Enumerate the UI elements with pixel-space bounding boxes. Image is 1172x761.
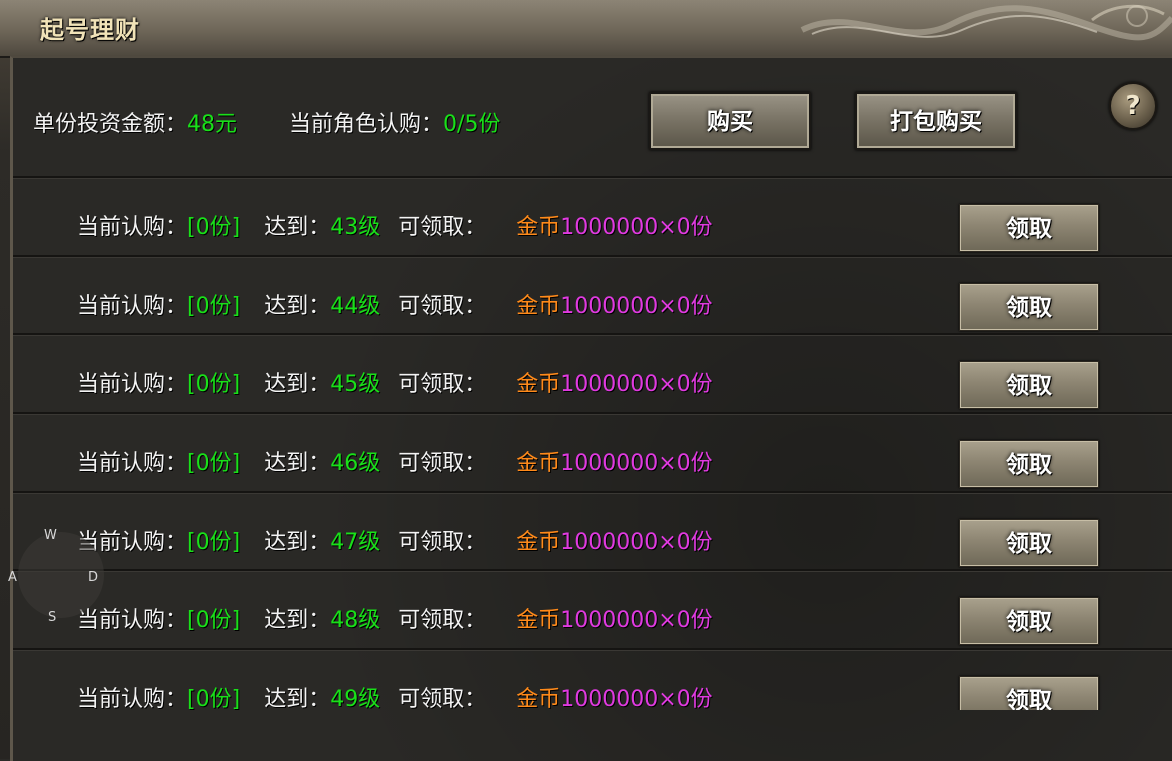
claimable-label: 可领取： <box>398 608 487 633</box>
reward-row: 当前认购：[0份] 达到：46级 可领取： 金币1000000×0份 领取 <box>13 412 1172 492</box>
reward-name: 金币 <box>516 608 561 633</box>
current-value: [0份] <box>187 530 241 555</box>
current-label: 当前认购： <box>77 451 188 476</box>
claim-button[interactable]: 领取 <box>959 361 1099 409</box>
reward-name: 金币 <box>516 687 561 710</box>
help-icon[interactable]: ? <box>1109 82 1157 130</box>
title-bar: 起号理财 <box>0 0 1172 58</box>
reward-amount: 1000000×0份 <box>560 294 713 319</box>
reward-amount: 1000000×0份 <box>560 451 713 476</box>
current-value: [0份] <box>187 294 241 319</box>
claim-button[interactable]: 领取 <box>959 519 1099 567</box>
current-label: 当前认购： <box>77 215 188 240</box>
current-label: 当前认购： <box>77 372 188 397</box>
current-value: [0份] <box>187 687 241 710</box>
subscribed-value: 0/5份 <box>443 112 501 137</box>
claim-button[interactable]: 领取 <box>959 204 1099 252</box>
reach-label: 达到： <box>264 687 331 710</box>
claim-button[interactable]: 领取 <box>959 597 1099 645</box>
claimable-label: 可领取： <box>398 294 487 319</box>
reward-row: 当前认购：[0份] 达到：43级 可领取： 金币1000000×0份 领取 <box>13 176 1172 256</box>
reward-row: 当前认购：[0份] 达到：44级 可领取： 金币1000000×0份 领取 <box>13 255 1172 335</box>
reward-name: 金币 <box>516 530 561 555</box>
claimable-label: 可领取： <box>398 215 487 240</box>
current-value: [0份] <box>187 372 241 397</box>
finance-window: 起号理财 单份投资金额：48元 当前角色认购：0/5份 购买 打包购买 ? 当前认… <box>0 0 1172 761</box>
current-value: [0份] <box>187 608 241 633</box>
reward-row: 当前认购：[0份] 达到：48级 可领取： 金币1000000×0份 领取 <box>13 569 1172 649</box>
reach-label: 达到： <box>264 530 331 555</box>
current-value: [0份] <box>187 451 241 476</box>
content-panel: 单份投资金额：48元 当前角色认购：0/5份 购买 打包购买 ? 当前认购：[0份… <box>10 56 1172 761</box>
level-value: 49级 <box>330 687 381 710</box>
reward-amount: 1000000×0份 <box>560 608 713 633</box>
level-value: 46级 <box>330 451 381 476</box>
reward-name: 金币 <box>516 215 561 240</box>
level-value: 47级 <box>330 530 381 555</box>
current-label: 当前认购： <box>77 687 188 710</box>
buy-button[interactable]: 购买 <box>649 92 811 150</box>
reward-name: 金币 <box>516 451 561 476</box>
reward-name: 金币 <box>516 294 561 319</box>
claim-button[interactable]: 领取 <box>959 283 1099 331</box>
joystick-down-key[interactable]: S <box>48 610 56 625</box>
level-value: 48级 <box>330 608 381 633</box>
dragon-ornament <box>800 4 1172 41</box>
bundle-buy-button[interactable]: 打包购买 <box>855 92 1017 150</box>
claimable-label: 可领取： <box>398 451 487 476</box>
reach-label: 达到： <box>264 451 331 476</box>
unit-amount-label: 单份投资金额： <box>33 112 188 137</box>
reward-list[interactable]: 当前认购：[0份] 达到：43级 可领取： 金币1000000×0份 领取 当前认购：… <box>13 176 1172 710</box>
reach-label: 达到： <box>264 608 331 633</box>
subscribed-label: 当前角色认购： <box>289 112 444 137</box>
claim-button[interactable]: 领取 <box>959 440 1099 488</box>
reward-row: 当前认购：[0份] 达到：49级 可领取： 金币1000000×0份 领取 <box>13 648 1172 710</box>
virtual-joystick[interactable]: W A D S <box>0 512 120 632</box>
reward-amount: 1000000×0份 <box>560 372 713 397</box>
reach-label: 达到： <box>264 294 331 319</box>
reach-label: 达到： <box>264 372 331 397</box>
investment-summary: 单份投资金额：48元 当前角色认购：0/5份 <box>33 106 500 138</box>
unit-amount-value: 48元 <box>187 112 238 137</box>
reward-name: 金币 <box>516 372 561 397</box>
joystick-right-key[interactable]: D <box>88 570 98 585</box>
current-value: [0份] <box>187 215 241 240</box>
joystick-up-key[interactable]: W <box>44 528 57 543</box>
claimable-label: 可领取： <box>398 687 487 710</box>
claimable-label: 可领取： <box>398 530 487 555</box>
level-value: 44级 <box>330 294 381 319</box>
claimable-label: 可领取： <box>398 372 487 397</box>
claim-button[interactable]: 领取 <box>959 676 1099 710</box>
reward-amount: 1000000×0份 <box>560 687 713 710</box>
joystick-left-key[interactable]: A <box>8 570 17 585</box>
reward-amount: 1000000×0份 <box>560 530 713 555</box>
window-title: 起号理财 <box>40 16 140 44</box>
reward-row: 当前认购：[0份] 达到：47级 可领取： 金币1000000×0份 领取 <box>13 491 1172 571</box>
level-value: 43级 <box>330 215 381 240</box>
level-value: 45级 <box>330 372 381 397</box>
reach-label: 达到： <box>264 215 331 240</box>
reward-amount: 1000000×0份 <box>560 215 713 240</box>
reward-row: 当前认购：[0份] 达到：45级 可领取： 金币1000000×0份 领取 <box>13 333 1172 413</box>
current-label: 当前认购： <box>77 294 188 319</box>
